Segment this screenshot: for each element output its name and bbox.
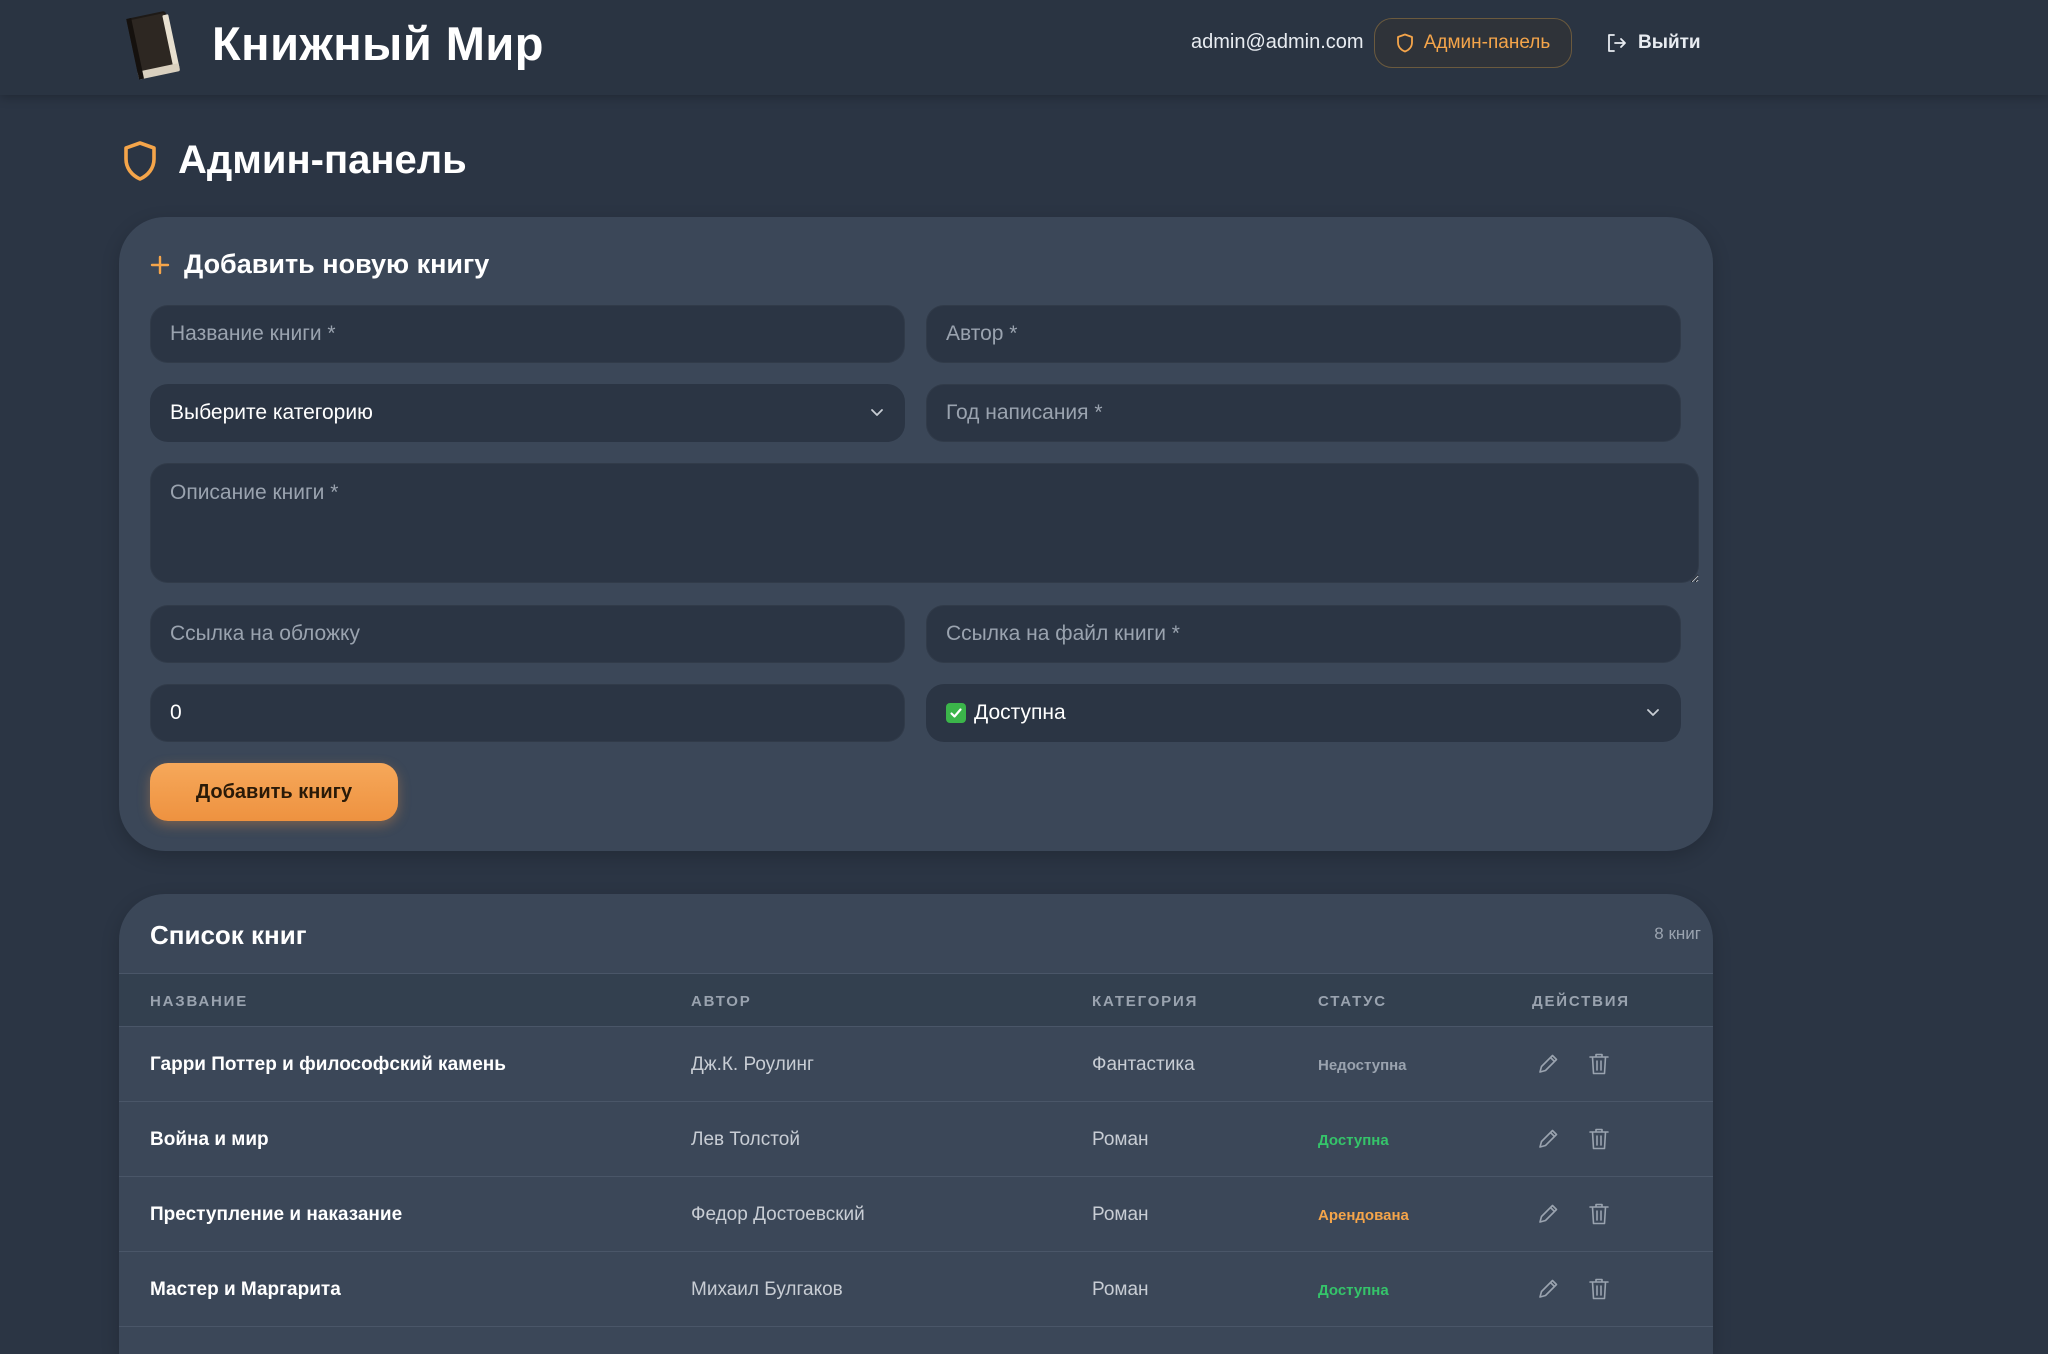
book-title-cell: Преступление и наказание [150,1204,403,1225]
chevron-down-icon [1647,709,1659,716]
edit-icon[interactable] [1535,1201,1561,1227]
book-category-cell: Роман [1092,1279,1149,1300]
admin-panel-label: Админ-панель [1423,32,1551,53]
book-list-header: Список книг 8 книг [119,894,1713,973]
column-header-category: КАТЕГОРИЯ [1092,993,1199,1010]
book-title-input[interactable] [150,305,905,363]
brand-title[interactable]: Книжный Мир [212,16,544,71]
top-header: Книжный Мир admin@admin.com Админ-панель… [0,0,2048,95]
add-book-button[interactable]: Добавить книгу [150,763,398,821]
book-list-title: Список книг [150,920,307,950]
page-title: Админ-панель [178,138,467,182]
table-row: Гарри Поттер и философский камень Дж.К. … [119,1027,1713,1102]
column-header-status: СТАТУС [1318,993,1387,1010]
book-author-cell: Лев Толстой [691,1129,800,1150]
edit-icon[interactable] [1535,1276,1561,1302]
shield-icon [1396,33,1413,53]
author-input[interactable] [926,305,1681,363]
book-category-cell: Роман [1092,1204,1149,1225]
plus-icon [150,255,170,274]
cover-url-input[interactable] [150,605,905,663]
status-badge: Доступна [1318,1132,1389,1149]
book-logo-icon [126,11,180,80]
status-badge: Доступна [1318,1282,1389,1299]
admin-panel-button[interactable]: Админ-панель [1374,18,1572,68]
user-email: admin@admin.com [1191,31,1364,53]
status-select-value: Доступна [974,701,1066,724]
column-header-author: АВТОР [691,993,752,1010]
file-url-input[interactable] [926,605,1681,663]
table-header: НАЗВАНИЕ АВТОР КАТЕГОРИЯ СТАТУС ДЕЙСТВИЯ [119,973,1713,1027]
add-book-title-text: Добавить новую книгу [184,249,490,279]
page-title-block: Админ-панель [122,138,467,183]
book-count: 8 книг [1654,924,1701,943]
book-author-cell: Михаил Булгаков [691,1279,843,1300]
status-badge: Арендована [1318,1207,1409,1224]
book-category-cell: Фантастика [1092,1054,1195,1075]
logout-button[interactable]: Выйти [1606,28,1701,58]
status-badge: Недоступна [1318,1057,1407,1074]
table-row: Мастер и Маргарита Михаил Булгаков Роман… [119,1252,1713,1327]
check-icon [946,703,966,723]
category-select-value: Выберите категорию [170,401,373,424]
trash-icon[interactable] [1587,1201,1611,1227]
edit-icon[interactable] [1535,1126,1561,1152]
book-author-cell: Федор Достоевский [691,1204,865,1225]
trash-icon[interactable] [1587,1276,1611,1302]
description-textarea[interactable] [150,463,1699,583]
add-book-card: Добавить новую книгу Выберите категорию … [119,217,1713,851]
table-row: Война и мир Лев Толстой Роман Доступна [119,1102,1713,1177]
category-select[interactable]: Выберите категорию [150,384,905,442]
edit-icon[interactable] [1535,1051,1561,1077]
book-title-cell: Мастер и Маргарита [150,1279,341,1300]
book-title-cell: Гарри Поттер и философский камень [150,1054,506,1075]
year-input[interactable] [926,384,1681,442]
status-select[interactable]: Доступна [926,684,1681,742]
shield-icon [124,140,156,181]
logout-label: Выйти [1638,32,1701,53]
book-category-cell: Роман [1092,1129,1149,1150]
column-header-title: НАЗВАНИЕ [150,993,248,1010]
table-row: Преступление и наказание Федор Достоевск… [119,1177,1713,1252]
trash-icon[interactable] [1587,1126,1611,1152]
number-input[interactable] [150,684,905,742]
book-author-cell: Дж.К. Роулинг [691,1054,814,1075]
book-list-card: Список книг 8 книг НАЗВАНИЕ АВТОР КАТЕГО… [119,894,1713,1354]
column-header-actions: ДЕЙСТВИЯ [1532,993,1630,1010]
add-book-title: Добавить новую книгу [150,249,489,280]
book-title-cell: Война и мир [150,1129,269,1150]
trash-icon[interactable] [1587,1051,1611,1077]
logout-icon [1608,34,1626,52]
chevron-down-icon [871,409,883,416]
